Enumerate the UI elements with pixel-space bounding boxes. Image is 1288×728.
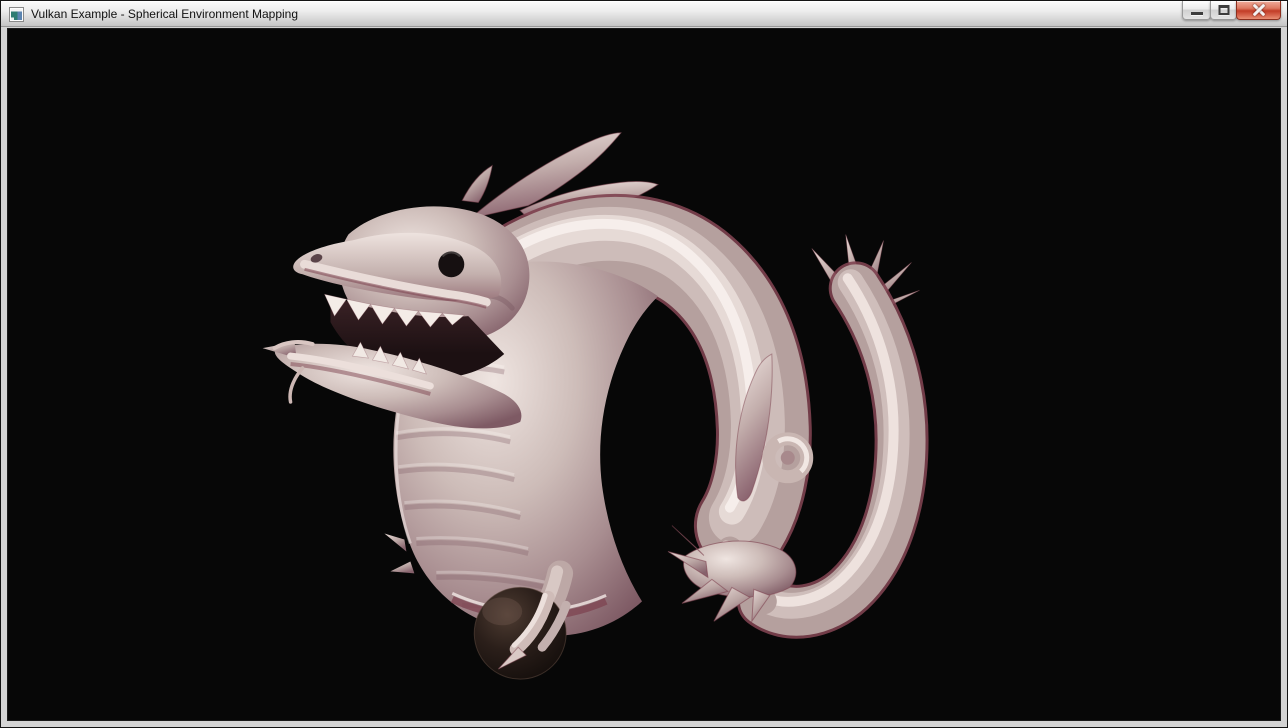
dragon-render: [8, 29, 1280, 720]
minimize-button[interactable]: [1182, 1, 1211, 20]
maximize-button[interactable]: [1210, 1, 1237, 20]
close-button[interactable]: [1236, 1, 1281, 20]
app-window: Vulkan Example - Spherical Environment M…: [0, 0, 1288, 728]
maximize-icon: [1218, 5, 1229, 15]
dragon-head: [263, 206, 530, 428]
minimize-icon: [1191, 12, 1203, 15]
render-viewport[interactable]: [7, 28, 1281, 721]
application-icon: [9, 7, 24, 22]
titlebar[interactable]: Vulkan Example - Spherical Environment M…: [1, 1, 1287, 27]
caption-buttons: [1183, 1, 1281, 20]
window-title: Vulkan Example - Spherical Environment M…: [31, 1, 298, 27]
